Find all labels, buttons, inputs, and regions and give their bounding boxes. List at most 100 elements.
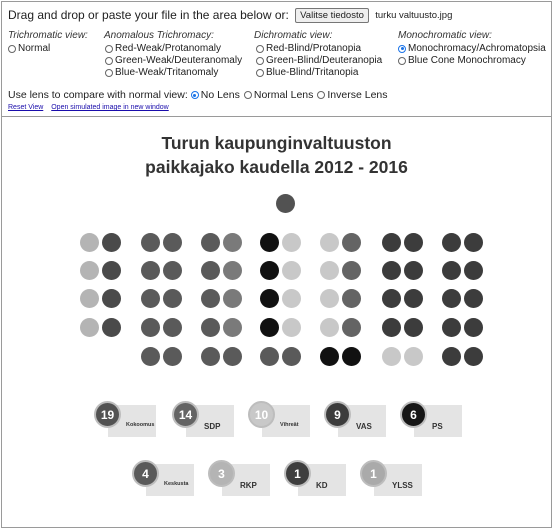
seat-dot bbox=[442, 347, 461, 366]
radio-icon bbox=[256, 44, 264, 53]
seat-dot bbox=[163, 289, 182, 308]
radio-icon bbox=[105, 56, 113, 65]
lens-label: Use lens to compare with normal view: bbox=[8, 89, 188, 101]
seat-dot bbox=[320, 289, 339, 308]
legend-seat-count: 9 bbox=[324, 401, 351, 428]
seat-dot bbox=[382, 318, 401, 337]
seat-dot bbox=[223, 261, 242, 280]
radio-blue-cone[interactable]: Blue Cone Monochromacy bbox=[398, 55, 526, 66]
seat-dot bbox=[320, 347, 339, 366]
seat-dot bbox=[201, 233, 220, 252]
seat-dot bbox=[320, 318, 339, 337]
seat-dot bbox=[223, 289, 242, 308]
seat-dot bbox=[80, 261, 99, 280]
seat-dot bbox=[260, 347, 279, 366]
radio-achromatopsia[interactable]: Monochromacy/Achromatopsia bbox=[398, 43, 546, 54]
seat-dot bbox=[141, 318, 160, 337]
radio-no-lens[interactable]: No Lens bbox=[190, 89, 240, 101]
radio-icon bbox=[256, 68, 264, 77]
choose-file-button[interactable]: Valitse tiedosto bbox=[295, 8, 369, 24]
radio-selected-icon bbox=[398, 44, 406, 53]
simulated-image: Turun kaupunginvaltuuston paikkajako kau… bbox=[2, 117, 551, 527]
monochromatic-heading: Monochromatic view: bbox=[398, 30, 492, 41]
seat-dot bbox=[342, 289, 361, 308]
seat-dot bbox=[163, 233, 182, 252]
seat-dot bbox=[382, 261, 401, 280]
seat-dot bbox=[163, 261, 182, 280]
seat-dot bbox=[282, 318, 301, 337]
settings-panel: Drag and drop or paste your file in the … bbox=[2, 2, 551, 117]
seat-dot bbox=[442, 233, 461, 252]
seat-dot bbox=[163, 318, 182, 337]
seat-dot bbox=[201, 347, 220, 366]
seat-dot bbox=[260, 289, 279, 308]
radio-normal[interactable]: Normal bbox=[8, 43, 50, 54]
radio-inverse-lens[interactable]: Inverse Lens bbox=[317, 89, 388, 101]
image-title-line1: Turun kaupunginvaltuuston bbox=[161, 133, 392, 153]
seat-dot bbox=[404, 318, 423, 337]
legend-seat-count: 19 bbox=[94, 401, 121, 428]
links-row: Reset View Open simulated image in new w… bbox=[8, 104, 175, 111]
seat-dot bbox=[102, 318, 121, 337]
seat-dot bbox=[201, 318, 220, 337]
radio-deuteranopia[interactable]: Green-Blind/Deuteranopia bbox=[256, 55, 382, 66]
radio-protanomaly[interactable]: Red-Weak/Protanomaly bbox=[105, 43, 221, 54]
upload-row: Drag and drop or paste your file in the … bbox=[8, 8, 453, 24]
seat-dot bbox=[320, 261, 339, 280]
seat-dot bbox=[464, 233, 483, 252]
seat-dot bbox=[201, 261, 220, 280]
seat-dot bbox=[102, 289, 121, 308]
radio-icon bbox=[243, 91, 252, 99]
radio-normal-lens[interactable]: Normal Lens bbox=[243, 89, 313, 101]
image-title-line2: paikkajako kaudella 2012 - 2016 bbox=[145, 157, 408, 177]
anomalous-heading: Anomalous Trichromacy: bbox=[104, 30, 214, 41]
radio-protanopia[interactable]: Red-Blind/Protanopia bbox=[256, 43, 361, 54]
seat-dot bbox=[404, 289, 423, 308]
legend-seat-count: 14 bbox=[172, 401, 199, 428]
seat-dot bbox=[223, 347, 242, 366]
seat-dot bbox=[442, 289, 461, 308]
legend-seat-count: 1 bbox=[360, 460, 387, 487]
seat-dot bbox=[382, 347, 401, 366]
seat-dot bbox=[382, 233, 401, 252]
seat-dot bbox=[342, 233, 361, 252]
seat-dot bbox=[282, 289, 301, 308]
radio-tritanomaly[interactable]: Blue-Weak/Tritanomaly bbox=[105, 67, 218, 78]
radio-icon bbox=[256, 56, 264, 65]
drag-drop-text: Drag and drop or paste your file in the … bbox=[8, 8, 289, 22]
seat-dot bbox=[342, 261, 361, 280]
trichromatic-heading: Trichromatic view: bbox=[8, 30, 88, 41]
file-name-label: turku valtuusto.jpg bbox=[375, 10, 453, 22]
seat-dot bbox=[260, 261, 279, 280]
lens-row: Use lens to compare with normal view: No… bbox=[8, 89, 392, 101]
seat-dot bbox=[260, 233, 279, 252]
seat-dot bbox=[282, 233, 301, 252]
seat-dot bbox=[282, 347, 301, 366]
radio-deuteranomaly[interactable]: Green-Weak/Deuteranomaly bbox=[105, 55, 242, 66]
seat-dot bbox=[141, 347, 160, 366]
seat-dot bbox=[464, 318, 483, 337]
radio-selected-icon bbox=[190, 91, 199, 99]
seat-dot bbox=[201, 289, 220, 308]
radio-icon bbox=[398, 56, 406, 65]
seat-dot bbox=[80, 289, 99, 308]
seat-dot bbox=[223, 233, 242, 252]
seat-dot bbox=[404, 261, 423, 280]
seat-dot bbox=[442, 261, 461, 280]
seat-dot bbox=[442, 318, 461, 337]
seat-dot bbox=[342, 347, 361, 366]
radio-icon bbox=[8, 44, 16, 53]
seat-dot bbox=[223, 318, 242, 337]
seat-dot bbox=[163, 347, 182, 366]
legend-seat-count: 1 bbox=[284, 460, 311, 487]
seat-dot bbox=[102, 261, 121, 280]
seat-dot bbox=[276, 194, 295, 213]
radio-tritanopia[interactable]: Blue-Blind/Tritanopia bbox=[256, 67, 358, 78]
seat-dot bbox=[320, 233, 339, 252]
legend-seat-count: 6 bbox=[400, 401, 427, 428]
seat-dot bbox=[282, 261, 301, 280]
reset-view-link[interactable]: Reset View bbox=[8, 104, 43, 111]
open-new-window-link[interactable]: Open simulated image in new window bbox=[51, 104, 169, 111]
seat-dot bbox=[80, 233, 99, 252]
seat-dot bbox=[102, 233, 121, 252]
